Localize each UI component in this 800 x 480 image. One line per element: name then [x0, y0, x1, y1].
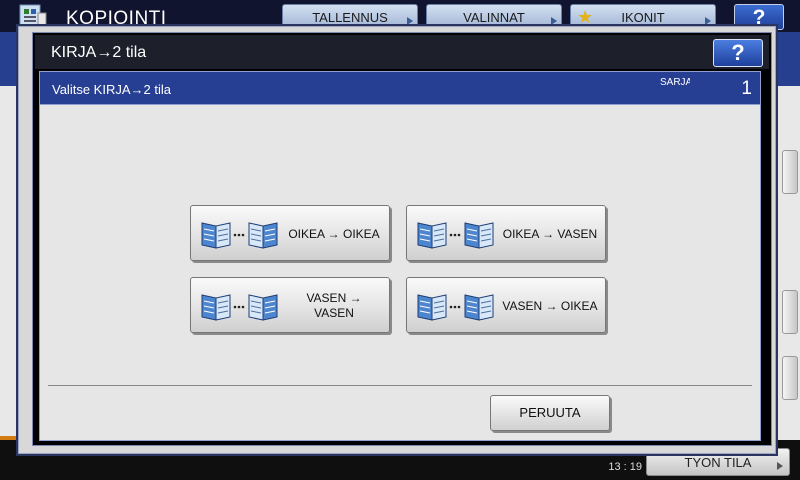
dialog-instruction-bar: Valitse KIRJA→2 tila SARJA 1 — [39, 71, 761, 105]
ellipsis-icon — [449, 233, 461, 237]
side-button[interactable] — [782, 356, 798, 400]
option-label: OIKEA → OIKEA — [288, 226, 380, 241]
book-pair-icons — [417, 294, 494, 321]
book-pair-icons — [201, 222, 278, 249]
option-left-to-left-button[interactable]: VASEN → VASEN — [190, 277, 390, 333]
cancel-button[interactable]: PERUUTA — [490, 395, 610, 431]
book-icon — [248, 294, 278, 321]
side-button[interactable] — [782, 150, 798, 194]
option-label: OIKEA → VASEN — [502, 226, 598, 241]
book-pair-icons — [201, 294, 278, 321]
tab-label: VALINNAT — [463, 10, 525, 25]
tab-label: TALLENNUS — [312, 10, 388, 25]
ellipsis-icon — [233, 233, 245, 237]
book-icon — [201, 294, 231, 321]
option-label: VASEN → VASEN — [306, 291, 362, 320]
instruction-text: Valitse KIRJA→2 tila — [52, 82, 171, 97]
tab-label: IKONIT — [621, 10, 665, 25]
arrow-icon — [777, 462, 783, 470]
side-button[interactable] — [782, 290, 798, 334]
dialog-body: OIKEA → OIKEA OIKEA → VASEN VASEN → VASE… — [39, 105, 761, 441]
book-icon — [464, 222, 494, 249]
book-icon — [464, 294, 494, 321]
dialog-title: KIRJA→2 tila — [51, 44, 147, 61]
book-icon — [248, 222, 278, 249]
job-status-label: TYON TILA — [684, 455, 752, 470]
option-left-to-right-button[interactable]: VASEN → OIKEA — [406, 277, 606, 333]
ellipsis-icon — [449, 305, 461, 309]
dialog-divider — [48, 385, 752, 386]
copier-screen: KOPIOINTI TALLENNUS VALINNAT ★ IKONIT ? … — [0, 0, 800, 480]
dialog-header: KIRJA→2 tila ? — [35, 35, 769, 69]
book-icon — [201, 222, 231, 249]
book-icon — [417, 222, 447, 249]
time-text: 13 : 19 — [608, 461, 642, 473]
option-right-to-right-button[interactable]: OIKEA → OIKEA — [190, 205, 390, 261]
dialog-help-button[interactable]: ? — [713, 39, 763, 67]
ellipsis-icon — [233, 305, 245, 309]
book-pair-icons — [417, 222, 494, 249]
sets-label: SARJA — [660, 77, 690, 88]
book-2-sided-dialog: KIRJA→2 tila ? Valitse KIRJA→2 tila SARJ… — [32, 32, 772, 446]
option-right-to-left-button[interactable]: OIKEA → VASEN — [406, 205, 606, 261]
book-icon — [417, 294, 447, 321]
sets-count: 1 — [741, 78, 752, 99]
question-icon: ? — [731, 40, 745, 65]
option-label: VASEN → OIKEA — [502, 298, 598, 313]
